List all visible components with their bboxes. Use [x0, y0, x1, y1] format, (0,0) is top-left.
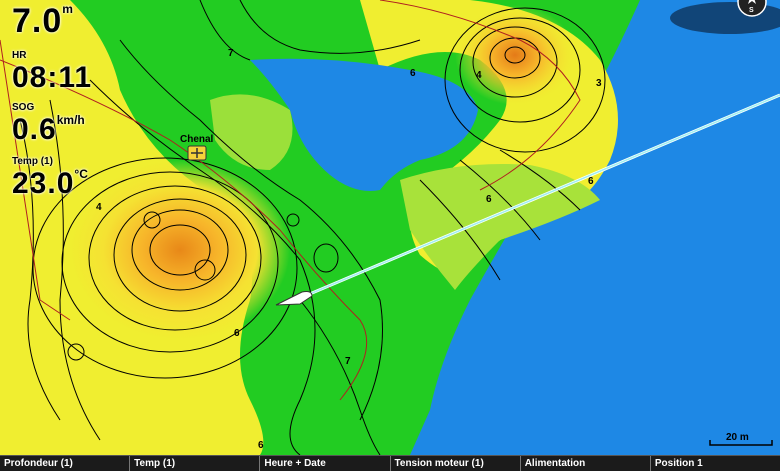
- hill-left: [70, 160, 290, 340]
- scale-label: 20 m: [726, 432, 749, 443]
- contour-label: 6: [486, 194, 492, 205]
- contour-label: 6: [588, 176, 594, 187]
- contour-label: 7: [228, 48, 234, 59]
- contour-label: 6: [234, 328, 240, 339]
- compass-icon[interactable]: S: [730, 0, 774, 24]
- sog-label: SOG: [12, 102, 35, 113]
- databar-motor-voltage[interactable]: Tension moteur (1): [391, 456, 521, 471]
- temp-unit: °C: [74, 167, 88, 181]
- waypoint-label: Chenal: [180, 134, 214, 145]
- databar-power[interactable]: Alimentation: [521, 456, 651, 471]
- contour-label: 4: [476, 70, 482, 81]
- contour-label: 6: [258, 440, 264, 451]
- data-bar: Profondeur (1) Temp (1) Heure + Date Ten…: [0, 455, 780, 471]
- depth-value: 7.0: [12, 2, 63, 40]
- hill-right: [455, 5, 575, 105]
- sog-unit: km/h: [56, 113, 85, 127]
- time-value: 08:11: [12, 61, 93, 94]
- sog-readout: SOG 0.6km/h: [12, 102, 85, 147]
- contour-label: 7: [345, 356, 351, 367]
- depth-unit: m: [62, 2, 73, 16]
- sog-value: 0.6: [12, 113, 57, 146]
- compass-label: S: [749, 7, 754, 14]
- scale-bar: 20 m: [709, 432, 773, 446]
- databar-position[interactable]: Position 1: [651, 456, 780, 471]
- contour-label: 6: [410, 68, 416, 79]
- databar-temp[interactable]: Temp (1): [130, 456, 261, 471]
- databar-depth[interactable]: Profondeur (1): [0, 456, 131, 471]
- temp-label: Temp (1): [12, 156, 53, 167]
- databar-time-date[interactable]: Heure + Date: [260, 456, 391, 471]
- temp-value: 23.0: [12, 167, 75, 200]
- chart-map[interactable]: Chenal 7 6 3 4 6 4 6 7 6 6: [0, 0, 780, 455]
- contour-label: 4: [96, 202, 102, 213]
- contour-label: 3: [596, 78, 602, 89]
- time-label: HR: [12, 50, 27, 61]
- temp-readout: Temp (1) 23.0°C: [12, 156, 88, 201]
- depth-readout: 7.0m: [12, 2, 73, 41]
- time-readout: HR 08:11: [12, 50, 92, 95]
